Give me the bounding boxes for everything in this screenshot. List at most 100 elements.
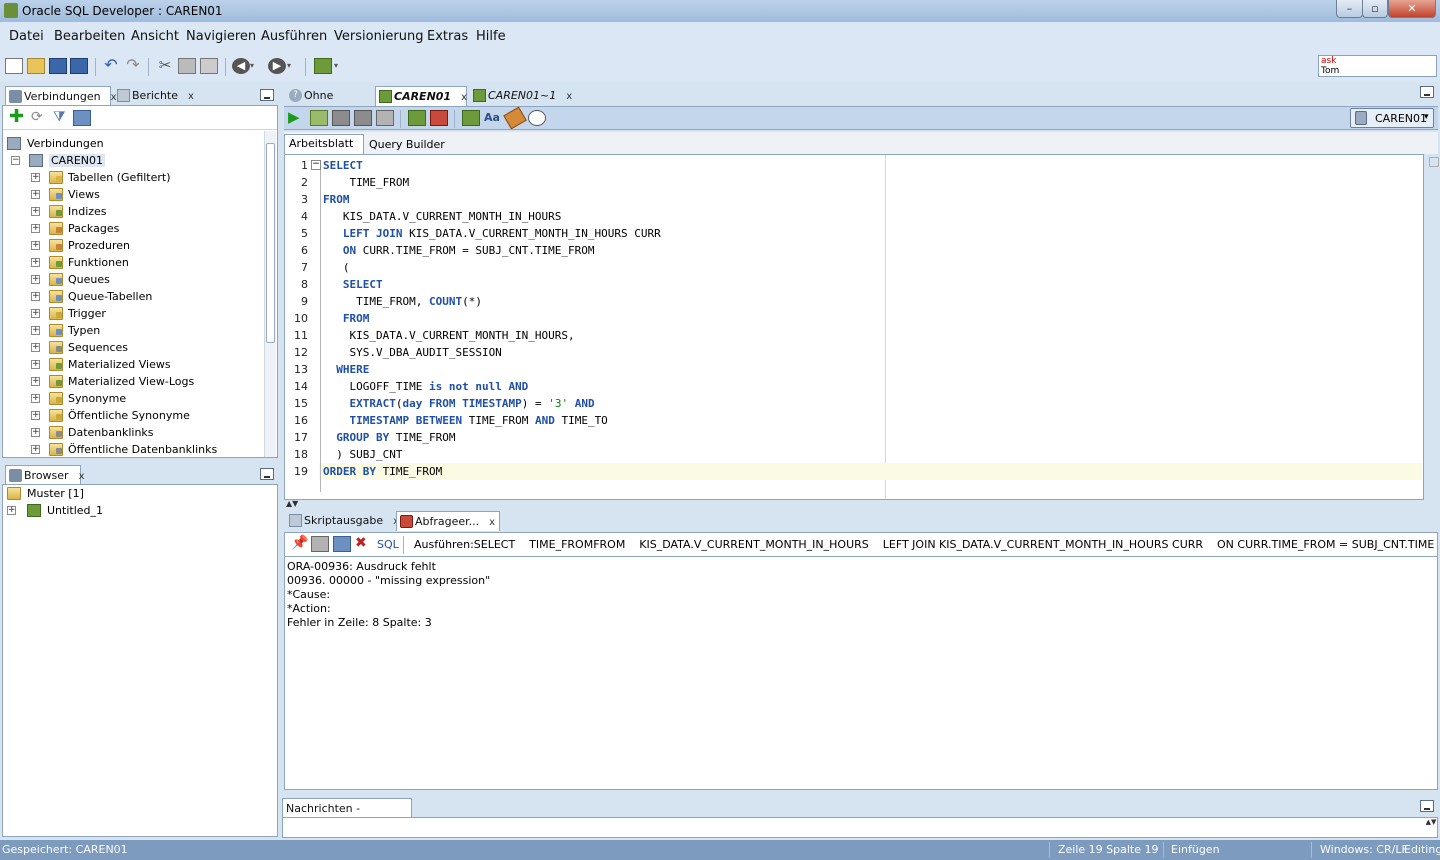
menu-extras[interactable]: Extras — [427, 29, 468, 44]
code-line[interactable]: 14 LOGOFF_TIME is not null AND — [284, 378, 1421, 395]
add-connection-icon[interactable]: ✚ — [9, 108, 27, 126]
tab-connections[interactable]: Verbindungen x — [5, 86, 117, 106]
autotrace-icon[interactable] — [408, 110, 426, 126]
expand-icon[interactable]: + — [31, 377, 40, 386]
print-icon[interactable] — [311, 536, 329, 552]
eraser-icon[interactable] — [503, 106, 527, 130]
expand-icon[interactable]: + — [31, 394, 40, 403]
code-line[interactable]: 8 SELECT — [284, 276, 1421, 293]
tab-arbeitsblatt[interactable]: Arbeitsblatt — [284, 134, 364, 154]
expand-icon[interactable]: + — [31, 173, 40, 182]
expand-icon[interactable]: + — [31, 343, 40, 352]
tree-item[interactable]: + Prozeduren — [31, 237, 130, 254]
tab-query-builder[interactable]: Query Builder — [369, 136, 445, 154]
menu-navigieren[interactable]: Navigieren — [186, 29, 256, 44]
tree-item[interactable]: + Materialized Views — [31, 356, 171, 373]
cut-icon[interactable]: ✂ — [156, 58, 174, 74]
expand-icon[interactable]: + — [31, 275, 40, 284]
rollback-icon[interactable] — [354, 110, 372, 126]
tab-abfrageergebnis[interactable]: Abfrageer... x — [396, 511, 500, 531]
close-tab-icon[interactable]: x — [489, 517, 495, 528]
pin-icon[interactable]: 📌 — [291, 536, 309, 552]
menu-ausfuehren[interactable]: Ausführen — [261, 29, 327, 44]
close-tab-icon[interactable]: x — [566, 91, 572, 102]
expand-icon[interactable]: + — [31, 445, 40, 454]
new-file-icon[interactable] — [5, 58, 23, 74]
tree-item[interactable]: + Öffentliche Datenbanklinks — [31, 441, 217, 458]
tree-root[interactable]: Verbindungen — [7, 135, 104, 152]
back-icon[interactable]: ◀ — [232, 58, 250, 74]
code-line[interactable]: 18 ) SUBJ_CNT — [284, 446, 1421, 463]
redo-icon[interactable]: ↷ — [124, 57, 142, 74]
collapse-icon[interactable]: − — [11, 156, 20, 165]
paste-icon[interactable] — [200, 58, 218, 74]
forward-dropdown-icon[interactable]: ▾ — [287, 58, 297, 74]
menu-datei[interactable]: Datei — [9, 29, 44, 44]
forward-icon[interactable]: ▶ — [268, 58, 286, 74]
code-line[interactable]: 4 KIS_DATA.V_CURRENT_MONTH_IN_HOURS — [284, 208, 1421, 225]
tab-messages-log[interactable]: Nachrichten - Protokollx — [282, 798, 412, 834]
commit-icon[interactable] — [332, 110, 350, 126]
splitter-arrows-icon[interactable]: ▲▼ — [286, 500, 312, 508]
tab-skriptausgabe[interactable]: Skriptausgabex — [286, 511, 399, 531]
tree-item[interactable]: + Tabellen (Gefiltert) — [31, 169, 171, 186]
expand-icon[interactable]: + — [31, 224, 40, 233]
code-line[interactable]: 13 WHERE — [284, 361, 1421, 378]
tree-item[interactable]: + Packages — [31, 220, 119, 237]
code-line[interactable]: 1 SELECT — [284, 157, 1421, 174]
tree-item[interactable]: + Queues — [31, 271, 110, 288]
tree-item[interactable]: + Funktionen — [31, 254, 129, 271]
back-dropdown-icon[interactable]: ▾ — [250, 58, 260, 74]
filter-icon[interactable]: ⧩ — [53, 110, 71, 126]
open-folder-icon[interactable] — [27, 58, 45, 74]
tree-item[interactable]: + Sequences — [31, 339, 128, 356]
sql-history-icon[interactable] — [462, 110, 480, 126]
expand-icon[interactable]: + — [7, 506, 16, 515]
close-tab-icon[interactable]: x — [461, 92, 467, 103]
expand-icon[interactable]: + — [31, 309, 40, 318]
expand-icon[interactable]: + — [31, 207, 40, 216]
tree-item[interactable]: + Views — [31, 186, 100, 203]
timer-icon[interactable] — [528, 110, 546, 126]
cancel-icon[interactable]: ✖ — [355, 536, 373, 552]
code-line[interactable]: 2 TIME_FROM — [284, 174, 1421, 191]
menu-bearbeiten[interactable]: Bearbeiten — [54, 29, 125, 44]
fold-icon[interactable]: − — [311, 160, 321, 170]
close-tab-icon[interactable]: x — [79, 471, 85, 482]
explain-plan-icon[interactable] — [376, 110, 394, 126]
sql-worksheet-dropdown-icon[interactable]: ▾ — [334, 58, 344, 74]
tab-ohne-titel[interactable]: ? Ohne Titelx — [286, 86, 372, 121]
code-line[interactable]: 5 LEFT JOIN KIS_DATA.V_CURRENT_MONTH_IN_… — [284, 225, 1421, 242]
refresh-results-icon[interactable] — [333, 536, 351, 552]
tree-item[interactable]: + Typen — [31, 322, 100, 339]
menu-ansicht[interactable]: Ansicht — [131, 29, 179, 44]
browser-item[interactable]: + Untitled_1 — [7, 502, 103, 519]
code-line[interactable]: 3 FROM — [284, 191, 1421, 208]
code-line[interactable]: 17 GROUP BY TIME_FROM — [284, 429, 1421, 446]
tree-scrollbar[interactable] — [264, 131, 276, 457]
close-tab-icon[interactable]: x — [188, 91, 194, 102]
code-line[interactable]: 9 TIME_FROM, COUNT(*) — [284, 293, 1421, 310]
connection-selector[interactable]: CAREN01 ▾ — [1350, 108, 1434, 128]
save-all-icon[interactable] — [70, 58, 88, 74]
tree-item[interactable]: + Queue-Tabellen — [31, 288, 152, 305]
expand-icon[interactable]: + — [31, 360, 40, 369]
tab-reports[interactable]: Berichte x — [114, 86, 194, 106]
minimize-panel-icon[interactable] — [260, 89, 274, 101]
tab-caren01[interactable]: CAREN01 x — [375, 86, 467, 106]
messages-scroll-icon[interactable]: ▲▼ — [1425, 818, 1437, 837]
minimize-panel-icon[interactable] — [260, 468, 274, 480]
tree-connection[interactable]: − CAREN01 — [11, 152, 106, 169]
tree-item[interactable]: + Indizes — [31, 203, 107, 220]
menu-versionierung[interactable]: Versionierung — [334, 29, 424, 44]
run-statement-icon[interactable]: ▶ — [288, 110, 306, 126]
run-script-icon[interactable] — [310, 110, 328, 126]
undo-icon[interactable]: ↶ — [102, 57, 120, 74]
code-line[interactable]: 15 EXTRACT(day FROM TIMESTAMP) = '3' AND — [284, 395, 1421, 412]
tab-caren01-1[interactable]: CAREN01~1 x — [470, 86, 572, 106]
clear-icon[interactable] — [430, 110, 448, 126]
ask-tom-search-box[interactable]: ask Tom — [1318, 55, 1437, 77]
sql-worksheet-icon[interactable] — [314, 58, 332, 74]
code-line[interactable]: 11 KIS_DATA.V_CURRENT_MONTH_IN_HOURS, — [284, 327, 1421, 344]
tab-browser[interactable]: Browser x — [5, 465, 85, 485]
